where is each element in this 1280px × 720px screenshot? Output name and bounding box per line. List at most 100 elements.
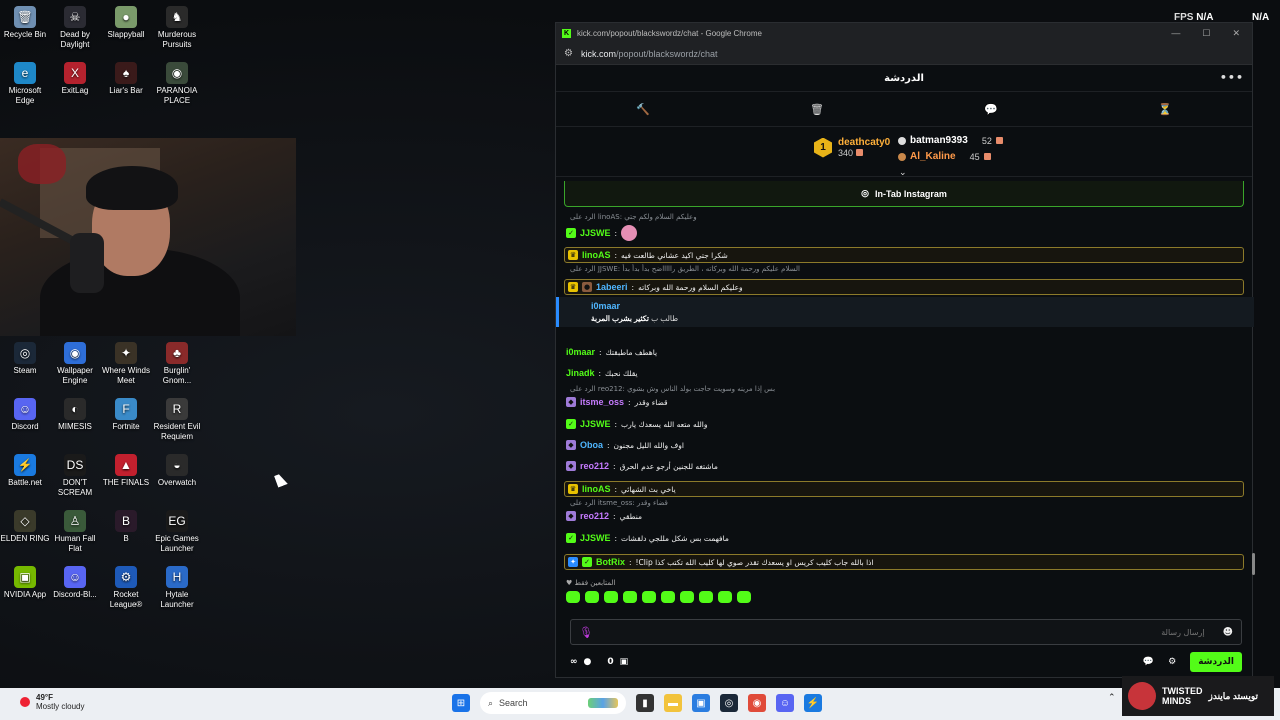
desktop-icon[interactable]: ◐ MIMESIS [50, 398, 100, 432]
pinned-message[interactable]: ◎ In-Tab Instagram [564, 181, 1244, 207]
message-username[interactable]: linoAS [582, 250, 611, 260]
chat-message[interactable]: ◆ Oboa: اوف والله الليل مجنون [566, 440, 1242, 450]
message-username[interactable]: 1abeeri [596, 282, 628, 292]
ban-hammer-icon[interactable]: 🔨 [636, 103, 650, 116]
desktop-icon[interactable]: ☠ Dead by Daylight [50, 6, 100, 50]
desktop-icon[interactable]: ☺ Discord [0, 398, 50, 432]
emote-icon[interactable] [566, 591, 580, 603]
desktop-icon[interactable]: ● Slappyball [101, 6, 151, 40]
reply-context[interactable]: الرد على JJSWE: السلام عليكم ورحمة الله … [570, 265, 800, 273]
minimize-button[interactable]: — [1171, 28, 1180, 39]
chat-scrollbar[interactable] [1252, 553, 1255, 575]
message-username[interactable]: i0maar [566, 347, 595, 357]
desktop-icon[interactable]: EG Epic Games Launcher [152, 510, 202, 554]
desktop-icon[interactable]: ♙ Human Fall Flat [50, 510, 100, 554]
message-username[interactable]: BotRix [596, 557, 625, 567]
desktop-icon[interactable]: ♞ Murderous Pursuits [152, 6, 202, 50]
task-view-icon[interactable]: ▮ [636, 694, 654, 712]
message-username[interactable]: JJSWE [580, 533, 611, 543]
note-username[interactable]: i0maar [591, 301, 1254, 311]
points-icon[interactable]: ● [584, 657, 592, 667]
reply-context[interactable]: الرد على itsme_oss: قضاء وقدر [570, 499, 668, 507]
message-username[interactable]: JJSWE [580, 419, 611, 429]
store-icon[interactable]: ▣ [620, 657, 629, 667]
battlenet-taskbar-icon[interactable]: ⚡ [804, 694, 822, 712]
expand-chevron-icon[interactable]: ⌄ [899, 167, 907, 178]
tray-chevron-icon[interactable]: ⌃ [1108, 692, 1116, 703]
desktop-icon[interactable]: ⚙ Rocket League® [101, 566, 151, 610]
chat-message[interactable]: ♛ linoAS: ياخي بث الشهائي [564, 481, 1244, 497]
desktop-icon[interactable]: R Resident Evil Requiem [152, 398, 202, 442]
chat-message[interactable]: ✓ JJSWE: والله متعه الله يسعدك يارب [566, 419, 1242, 429]
close-button[interactable]: ✕ [1232, 28, 1240, 39]
desktop-icon[interactable]: ◉ Wallpaper Engine [50, 342, 100, 386]
emote-icon[interactable] [718, 591, 732, 603]
desktop-icon[interactable]: 🗑 Recycle Bin [0, 6, 50, 40]
reply-context[interactable]: الرد على reo212: بس إذا مرينه وسويت حاجت… [570, 385, 775, 393]
desktop-icon[interactable]: ▲ THE FINALS [101, 454, 151, 488]
desktop-icon[interactable]: ✦ Where Winds Meet [101, 342, 151, 386]
emote-icon[interactable] [737, 591, 751, 603]
settings-gear-icon[interactable]: ⚙ [1168, 657, 1176, 667]
steam-taskbar-icon[interactable]: ◎ [720, 694, 738, 712]
desktop-icon[interactable]: ◎ Steam [0, 342, 50, 376]
emote-icon[interactable] [661, 591, 675, 603]
message-username[interactable]: JJSWE [580, 228, 611, 238]
desktop-icon[interactable]: e Microsoft Edge [0, 62, 50, 106]
hourglass-icon[interactable]: ⏳ [1158, 103, 1172, 116]
highlighted-note[interactable]: i0maar طالب ب تكثير بشرب المربة [556, 297, 1254, 327]
desktop-icon[interactable]: ◉ PARANOIA PLACE [152, 62, 202, 106]
message-username[interactable]: Oboa [580, 440, 603, 450]
chat-bubble-icon[interactable]: 💬 [984, 103, 998, 116]
desktop-icon[interactable]: ♣ Burglin' Gnom... [152, 342, 202, 386]
leaderboard-row[interactable]: batman9393 52 [898, 135, 1003, 146]
weather-widget[interactable]: 49°F Mostly cloudy [20, 693, 84, 711]
message-username[interactable]: linoAS [582, 484, 611, 494]
chat-bubble-small-icon[interactable]: 💬 [1143, 657, 1154, 667]
leaderboard-row[interactable]: Al_Kaline 45 [898, 151, 991, 162]
desktop-icon[interactable]: ⚡ Battle.net [0, 454, 50, 488]
emote-icon[interactable] [585, 591, 599, 603]
emote-icon[interactable] [623, 591, 637, 603]
chat-message[interactable]: ✓ JJSWE: مافهمت بس شكل مللجي دلقشات [566, 533, 1242, 543]
chat-message[interactable]: ✓ JJSWE: [566, 225, 1242, 241]
message-username[interactable]: reo212 [580, 511, 609, 521]
chat-message[interactable]: ◆ itsme_oss: قضاء وقدر [566, 397, 1242, 407]
desktop-icon[interactable]: X ExitLag [50, 62, 100, 96]
trash-icon[interactable]: 🗑 [810, 103, 824, 116]
chat-message[interactable]: i0maar: ياهطف ماطبقتك [566, 347, 1242, 357]
message-username[interactable]: reo212 [580, 461, 609, 471]
chat-input[interactable]: 🎙 إرسال رسالة ☻ [570, 619, 1242, 645]
store-taskbar-icon[interactable]: ▣ [692, 694, 710, 712]
chat-message[interactable]: ♛ linoAS: شكرا جتي اكيد عشاني طالعت فيه [564, 247, 1244, 263]
desktop-icon[interactable]: ▣ NVIDIA App [0, 566, 50, 600]
reply-context[interactable]: الرد على linoAS: وعليكم السلام ولكم جتي [570, 213, 697, 221]
chat-message[interactable]: ◆ reo212: ماشتغه للجنين أرجو عدم الحرق [566, 461, 1242, 471]
chat-message[interactable]: ♛ ● 1abeeri: وعليكم السلام ورحمة الله وبركا… [564, 279, 1244, 295]
desktop-icon[interactable]: ◇ ELDEN RING [0, 510, 50, 544]
emoji-picker-icon[interactable]: ☻ [1223, 627, 1233, 638]
infinity-icon[interactable]: ∞ [570, 657, 578, 667]
maximize-button[interactable]: ☐ [1202, 28, 1210, 39]
more-options-icon[interactable]: ••• [1220, 71, 1244, 84]
message-username[interactable]: Jinadk [566, 368, 595, 378]
site-info-icon[interactable]: ⚙ [564, 48, 573, 59]
desktop-icon[interactable]: F Fortnite [101, 398, 151, 432]
send-chat-button[interactable]: الدردشة [1190, 652, 1242, 672]
emote-icon[interactable] [680, 591, 694, 603]
desktop-icon[interactable]: BB [101, 510, 151, 544]
chat-message[interactable]: Jinadk: يقلك نحبك [566, 368, 1242, 378]
microphone-icon[interactable]: 🎙 [579, 626, 593, 639]
desktop-icon[interactable]: ☺ Discord-Bl... [50, 566, 100, 600]
desktop-icon[interactable]: H Hytale Launcher [152, 566, 202, 610]
taskbar-search[interactable]: ⌕ Search [480, 692, 626, 714]
desktop-icon[interactable]: ◒ Overwatch [152, 454, 202, 488]
chrome-taskbar-icon[interactable]: ◉ [748, 694, 766, 712]
desktop-icon[interactable]: DS DON'T SCREAM [50, 454, 100, 498]
emote-icon[interactable] [604, 591, 618, 603]
start-menu-icon[interactable]: ⊞ [452, 694, 470, 712]
bot-message[interactable]: ✦ ✓ BotRix: !Clip اذا بالله جاب كليب كريس ا… [564, 554, 1244, 570]
chat-message[interactable]: ◆ reo212: منطقي [566, 511, 1242, 521]
file-explorer-icon[interactable]: ▬ [664, 694, 682, 712]
address-bar[interactable]: ⚙ kick.com/popout/blackswordz/chat [556, 43, 1252, 65]
